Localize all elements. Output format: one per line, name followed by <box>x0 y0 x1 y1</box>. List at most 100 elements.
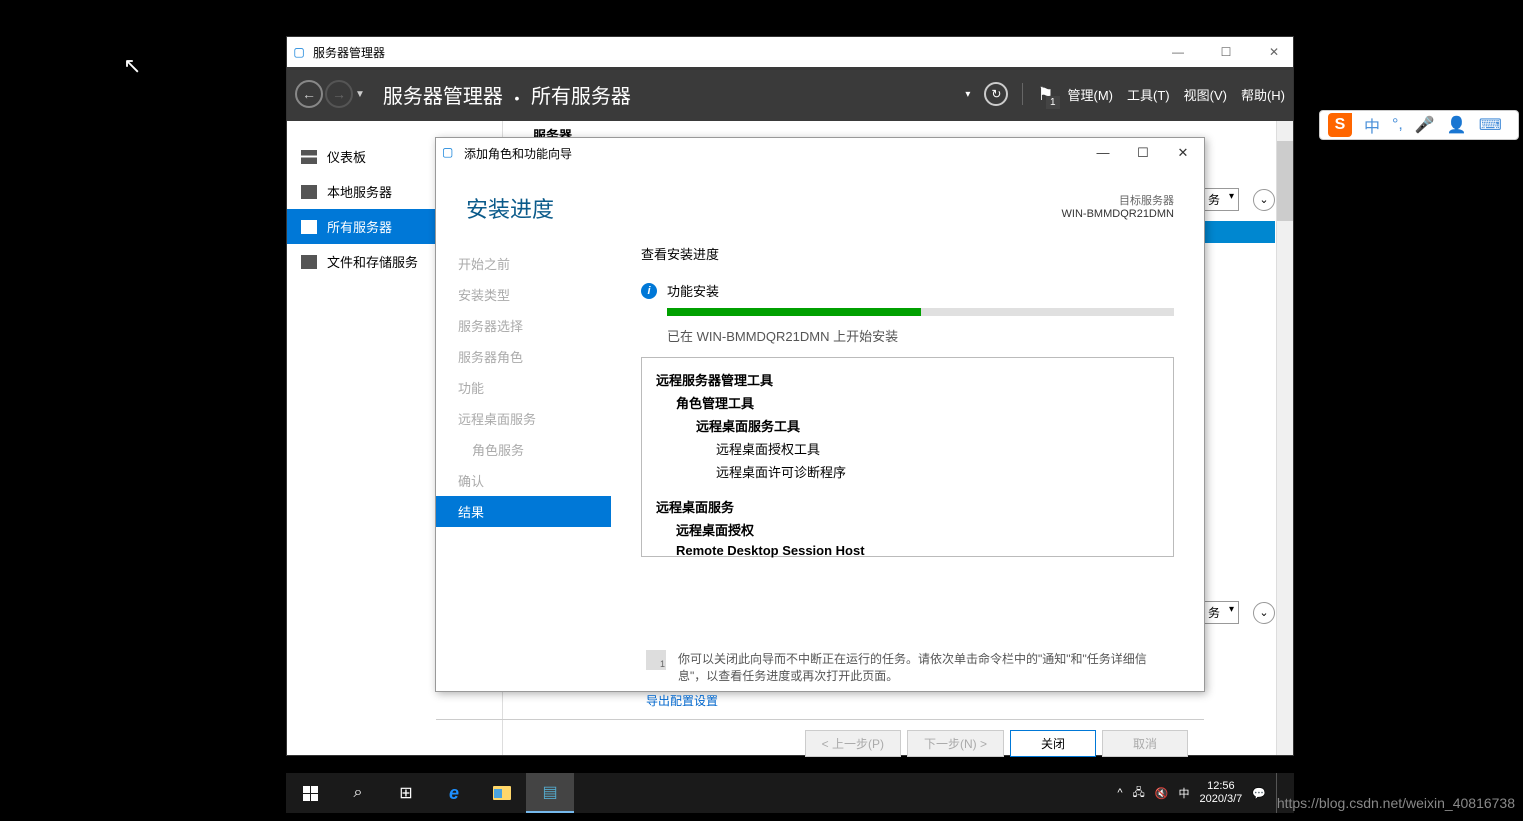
menu-manage[interactable]: 管理(M) <box>1068 85 1114 104</box>
hint-text: 你可以关闭此向导而不中断正在运行的任务。请依次单击命令栏中的"通知"和"任务详细… <box>678 650 1174 684</box>
next-button: 下一步(N) > <box>907 730 1004 757</box>
cursor-icon: ↖ <box>123 53 141 79</box>
watermark: https://blog.csdn.net/weixin_40816738 <box>1277 795 1515 811</box>
progress-label: 查看安装进度 <box>641 244 1174 263</box>
scrollbar-thumb[interactable] <box>1277 141 1293 221</box>
feature-item: 远程桌面授权工具 <box>656 437 1159 460</box>
forward-button[interactable]: → <box>325 80 353 108</box>
windows-icon <box>303 786 318 801</box>
storage-icon <box>301 255 317 269</box>
maximize-button[interactable]: ☐ <box>1211 45 1241 59</box>
window-title: 服务器管理器 <box>313 44 1163 61</box>
clock-time: 12:56 <box>1199 780 1242 793</box>
search-icon: ⌕ <box>354 784 363 802</box>
hint-icon <box>646 650 666 670</box>
breadcrumb-part1[interactable]: 服务器管理器 <box>383 86 503 108</box>
menu-help[interactable]: 帮助(H) <box>1241 85 1285 104</box>
sidebar-label: 文件和存储服务 <box>327 252 418 271</box>
sidebar-label: 本地服务器 <box>327 182 392 201</box>
menu-tools[interactable]: 工具(T) <box>1127 85 1170 104</box>
ime-mode[interactable]: 中 <box>1364 113 1380 137</box>
maximize-button[interactable]: ☐ <box>1128 145 1158 161</box>
notifications-button[interactable]: ⚑1 <box>1037 84 1053 105</box>
dashboard-icon <box>301 150 317 164</box>
start-button[interactable] <box>286 773 334 813</box>
step-before-begin: 开始之前 <box>436 248 611 279</box>
feature-item: 远程桌面许可诊断程序 <box>656 460 1159 483</box>
breadcrumb: 服务器管理器 • 所有服务器 <box>383 80 965 109</box>
ime-keyboard-icon[interactable]: ⌨ <box>1479 115 1502 135</box>
nav-dropdown-icon[interactable]: ▼ <box>355 89 365 100</box>
add-roles-wizard-dialog: ▢ 添加角色和功能向导 — ☐ ✕ 安装进度 目标服务器 WIN-BMMDQR2… <box>435 137 1205 692</box>
feature-list: 远程服务器管理工具 角色管理工具 远程桌面服务工具 远程桌面授权工具 远程桌面许… <box>641 357 1174 557</box>
step-result: 结果 <box>436 496 611 527</box>
scrollbar[interactable] <box>1276 121 1293 755</box>
install-label: 功能安装 <box>667 281 719 300</box>
tray-ime[interactable]: 中 <box>1178 785 1189 801</box>
step-role-service: 角色服务 <box>436 434 611 465</box>
wizard-steps: 开始之前 安装类型 服务器选择 服务器角色 功能 远程桌面服务 角色服务 确认 … <box>436 244 611 634</box>
search-button[interactable]: ⌕ <box>334 773 382 813</box>
taskbar-app-explorer[interactable] <box>478 773 526 813</box>
back-button[interactable]: ← <box>295 80 323 108</box>
ime-skin-icon[interactable]: 👤 <box>1447 115 1467 135</box>
step-confirm: 确认 <box>436 465 611 496</box>
folder-icon <box>493 786 511 800</box>
tray-network-icon[interactable]: 🖧 <box>1133 784 1145 803</box>
export-config-link[interactable]: 导出配置设置 <box>436 688 1204 709</box>
ime-voice-icon[interactable]: 🎤 <box>1415 115 1435 135</box>
prev-button: < 上一步(P) <box>805 730 901 757</box>
hint-row: 你可以关闭此向导而不中断正在运行的任务。请依次单击命令栏中的"通知"和"任务详细… <box>436 634 1204 688</box>
wizard-content: 查看安装进度 i 功能安装 已在 WIN-BMMDQR21DMN 上开始安装 远… <box>611 244 1204 634</box>
step-server-roles: 服务器角色 <box>436 341 611 372</box>
breadcrumb-part2[interactable]: 所有服务器 <box>531 86 631 108</box>
cancel-button: 取消 <box>1102 730 1188 757</box>
ime-toolbar[interactable]: S 中 °, 🎤 👤 ⌨ <box>1319 110 1519 140</box>
step-server-select: 服务器选择 <box>436 310 611 341</box>
close-button[interactable]: ✕ <box>1259 45 1289 59</box>
feature-item: 角色管理工具 <box>656 391 1159 414</box>
progress-bar <box>667 308 1174 316</box>
expand-button[interactable]: ⌄ <box>1253 602 1275 624</box>
breadcrumb-sep-icon: • <box>514 90 519 106</box>
ime-logo-icon[interactable]: S <box>1328 113 1352 137</box>
expand-button[interactable]: ⌄ <box>1253 189 1275 211</box>
minimize-button[interactable]: — <box>1163 45 1193 59</box>
target-info: 目标服务器 WIN-BMMDQR21DMN <box>1062 192 1174 220</box>
taskbar-app-ie[interactable]: e <box>430 773 478 813</box>
info-icon: i <box>641 283 657 299</box>
taskbar-app-server-manager[interactable]: ▤ <box>526 773 574 813</box>
app-icon: ▢ <box>291 44 307 60</box>
taskbar-clock[interactable]: 12:56 2020/3/7 <box>1199 780 1242 806</box>
task-view-icon: ⊞ <box>399 783 412 803</box>
close-button[interactable]: ✕ <box>1168 145 1198 161</box>
minimize-button[interactable]: — <box>1088 145 1118 161</box>
header-bar: ← → ▼ 服务器管理器 • 所有服务器 ▾ ↻ ⚑1 管理(M) 工具(T) … <box>287 67 1293 121</box>
target-label: 目标服务器 <box>1062 192 1174 208</box>
feature-item: 远程桌面授权 <box>656 518 1159 541</box>
refresh-button[interactable]: ↻ <box>984 82 1008 106</box>
tray-volume-icon[interactable]: 🔇 <box>1155 787 1169 800</box>
ie-icon: e <box>449 783 459 804</box>
feature-item: 远程服务器管理工具 <box>656 368 1159 391</box>
ime-punct-icon[interactable]: °, <box>1392 116 1403 134</box>
task-view-button[interactable]: ⊞ <box>382 773 430 813</box>
notifications-button[interactable]: 💬 <box>1252 787 1266 800</box>
progress-fill <box>667 308 921 316</box>
close-button[interactable]: 关闭 <box>1010 730 1096 757</box>
dialog-title: 添加角色和功能向导 <box>464 145 1088 162</box>
feature-item: 远程桌面服务工具 <box>656 414 1159 437</box>
tray-chevron-icon[interactable]: ^ <box>1117 787 1122 799</box>
dropdown-icon[interactable]: ▾ <box>965 89 970 100</box>
menu-view[interactable]: 视图(V) <box>1184 85 1227 104</box>
target-name: WIN-BMMDQR21DMN <box>1062 208 1174 220</box>
dialog-titlebar[interactable]: ▢ 添加角色和功能向导 — ☐ ✕ <box>436 138 1204 168</box>
server-icon <box>301 185 317 199</box>
step-features: 功能 <box>436 372 611 403</box>
sidebar-label: 所有服务器 <box>327 217 392 236</box>
titlebar[interactable]: ▢ 服务器管理器 — ☐ ✕ <box>287 37 1293 67</box>
notification-badge: 1 <box>1046 96 1060 109</box>
server-manager-icon: ▤ <box>542 782 557 802</box>
servers-icon <box>301 220 317 234</box>
clock-date: 2020/3/7 <box>1199 793 1242 806</box>
